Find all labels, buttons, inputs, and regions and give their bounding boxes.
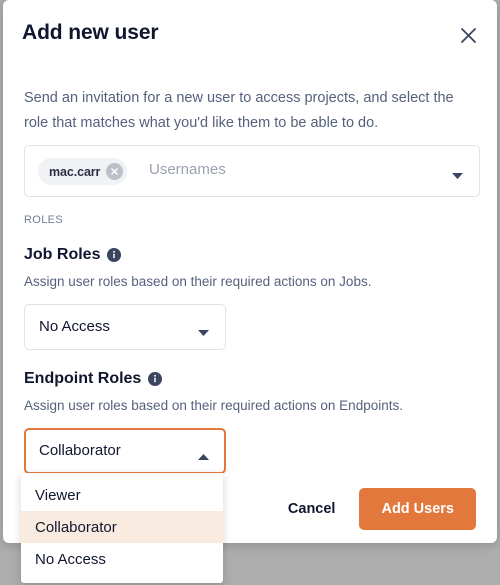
username-chip[interactable]: mac.carr: [38, 158, 128, 185]
add-new-user-dialog: Add new user Send an invitation for a ne…: [3, 0, 497, 543]
page-title: Add new user: [22, 21, 159, 44]
roles-section-label: ROLES: [24, 214, 64, 226]
job-roles-select[interactable]: No Access: [24, 304, 226, 350]
chevron-up-icon: [197, 448, 210, 466]
dropdown-option-no-access[interactable]: No Access: [21, 543, 223, 575]
job-roles-group: Job Roles Assign user roles based on the…: [24, 245, 371, 350]
dialog-actions: Cancel Add Users: [288, 488, 476, 530]
endpoint-roles-heading: Endpoint Roles: [24, 369, 403, 389]
job-roles-heading-label: Job Roles: [24, 246, 101, 263]
job-roles-description: Assign user roles based on their require…: [24, 274, 372, 289]
chip-remove-icon[interactable]: [106, 163, 124, 180]
dropdown-option-viewer[interactable]: Viewer: [21, 479, 223, 511]
close-icon: [460, 27, 477, 44]
endpoint-roles-group: Endpoint Roles Assign user roles based o…: [24, 369, 403, 474]
chevron-down-icon: [197, 324, 210, 342]
modal-backdrop: Add new user Send an invitation for a ne…: [0, 0, 500, 585]
add-users-button[interactable]: Add Users: [359, 488, 476, 530]
job-roles-heading: Job Roles: [24, 245, 371, 265]
endpoint-roles-select[interactable]: Collaborator: [24, 428, 226, 474]
usernames-placeholder: Usernames: [149, 161, 226, 178]
endpoint-roles-select-value: Collaborator: [39, 442, 121, 459]
usernames-input[interactable]: mac.carr Usernames: [24, 145, 480, 197]
endpoint-roles-heading-label: Endpoint Roles: [24, 370, 142, 387]
close-button[interactable]: [455, 22, 481, 48]
username-chip-label: mac.carr: [49, 164, 101, 179]
dialog-description: Send an invitation for a new user to acc…: [24, 90, 454, 131]
info-icon[interactable]: [148, 372, 163, 386]
endpoint-roles-dropdown: Viewer Collaborator No Access: [21, 473, 223, 583]
info-icon[interactable]: [107, 248, 122, 262]
dialog-header: Add new user: [3, 0, 497, 68]
job-roles-select-value: No Access: [39, 318, 110, 335]
chevron-down-icon[interactable]: [451, 167, 464, 185]
endpoint-roles-description: Assign user roles based on their require…: [24, 398, 403, 413]
cancel-button[interactable]: Cancel: [288, 501, 336, 517]
dropdown-option-collaborator[interactable]: Collaborator: [21, 511, 223, 543]
